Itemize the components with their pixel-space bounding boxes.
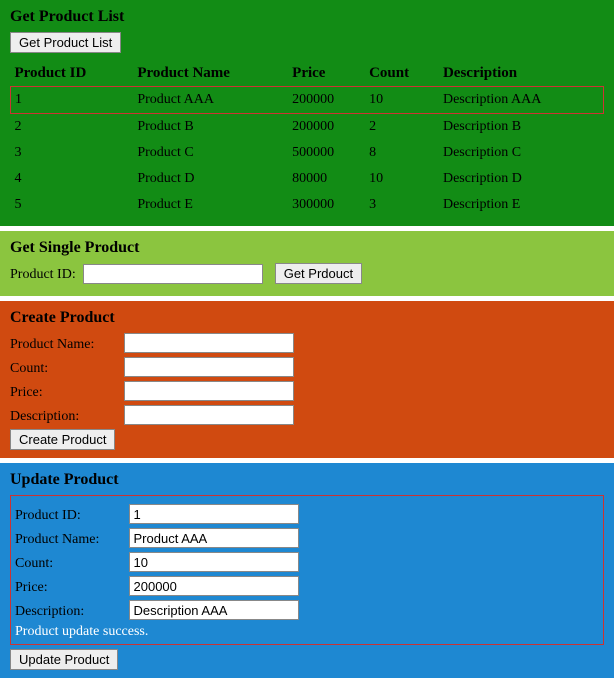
update-name-label: Product Name: bbox=[15, 532, 125, 548]
get-product-list-panel: Get Product List Get Product List Produc… bbox=[0, 0, 614, 226]
create-product-panel: Create Product Product Name: Count: Pric… bbox=[0, 301, 614, 458]
create-name-input[interactable] bbox=[124, 333, 294, 353]
cell-count: 2 bbox=[365, 114, 439, 141]
table-row[interactable]: 4Product D8000010Description D bbox=[11, 166, 604, 192]
update-price-label: Price: bbox=[15, 580, 125, 596]
get-single-product-panel: Get Single Product Product ID: Get Prdou… bbox=[0, 231, 614, 296]
cell-id: 1 bbox=[11, 87, 134, 114]
cell-id: 2 bbox=[11, 114, 134, 141]
cell-name: Product C bbox=[133, 140, 288, 166]
col-desc: Description bbox=[439, 61, 604, 87]
cell-count: 8 bbox=[365, 140, 439, 166]
update-count-input[interactable] bbox=[129, 552, 299, 572]
cell-count: 10 bbox=[365, 166, 439, 192]
cell-count: 3 bbox=[365, 192, 439, 218]
table-row[interactable]: 3Product C5000008Description C bbox=[11, 140, 604, 166]
table-row[interactable]: 5Product E3000003Description E bbox=[11, 192, 604, 218]
update-price-input[interactable] bbox=[129, 576, 299, 596]
cell-desc: Description AAA bbox=[439, 87, 604, 114]
col-name: Product Name bbox=[133, 61, 288, 87]
get-single-product-title: Get Single Product bbox=[10, 239, 604, 257]
cell-price: 80000 bbox=[288, 166, 365, 192]
get-product-list-title: Get Product List bbox=[10, 8, 604, 26]
create-price-label: Price: bbox=[10, 385, 120, 401]
single-product-id-label: Product ID: bbox=[10, 267, 76, 282]
update-id-input[interactable] bbox=[129, 504, 299, 524]
cell-desc: Description C bbox=[439, 140, 604, 166]
single-product-id-input[interactable] bbox=[83, 264, 263, 284]
update-desc-label: Description: bbox=[15, 604, 125, 620]
cell-price: 200000 bbox=[288, 87, 365, 114]
col-count: Count bbox=[365, 61, 439, 87]
cell-desc: Description E bbox=[439, 192, 604, 218]
get-product-list-button[interactable]: Get Product List bbox=[10, 32, 121, 53]
cell-count: 10 bbox=[365, 87, 439, 114]
update-product-box: Product ID: Product Name: Count: Price: … bbox=[10, 495, 604, 645]
update-desc-input[interactable] bbox=[129, 600, 299, 620]
product-table-header: Product ID Product Name Price Count Desc… bbox=[11, 61, 604, 87]
table-row[interactable]: 2Product B2000002Description B bbox=[11, 114, 604, 141]
update-status-message: Product update success. bbox=[15, 624, 599, 640]
create-price-input[interactable] bbox=[124, 381, 294, 401]
create-count-label: Count: bbox=[10, 361, 120, 377]
cell-id: 3 bbox=[11, 140, 134, 166]
col-price: Price bbox=[288, 61, 365, 87]
create-desc-input[interactable] bbox=[124, 405, 294, 425]
update-product-title: Update Product bbox=[10, 471, 604, 489]
cell-name: Product AAA bbox=[133, 87, 288, 114]
col-id: Product ID bbox=[11, 61, 134, 87]
update-product-panel: Update Product Product ID: Product Name:… bbox=[0, 463, 614, 678]
table-row[interactable]: 1Product AAA20000010Description AAA bbox=[11, 87, 604, 114]
product-table: Product ID Product Name Price Count Desc… bbox=[10, 61, 604, 218]
get-product-button[interactable]: Get Prdouct bbox=[275, 263, 362, 284]
cell-desc: Description B bbox=[439, 114, 604, 141]
create-desc-label: Description: bbox=[10, 409, 120, 425]
cell-price: 200000 bbox=[288, 114, 365, 141]
update-count-label: Count: bbox=[15, 556, 125, 572]
cell-name: Product E bbox=[133, 192, 288, 218]
cell-price: 300000 bbox=[288, 192, 365, 218]
cell-price: 500000 bbox=[288, 140, 365, 166]
cell-name: Product D bbox=[133, 166, 288, 192]
update-product-button[interactable]: Update Product bbox=[10, 649, 118, 670]
cell-name: Product B bbox=[133, 114, 288, 141]
cell-id: 4 bbox=[11, 166, 134, 192]
create-count-input[interactable] bbox=[124, 357, 294, 377]
create-product-button[interactable]: Create Product bbox=[10, 429, 115, 450]
update-id-label: Product ID: bbox=[15, 508, 125, 524]
create-name-label: Product Name: bbox=[10, 337, 120, 353]
create-product-title: Create Product bbox=[10, 309, 604, 327]
cell-desc: Description D bbox=[439, 166, 604, 192]
update-name-input[interactable] bbox=[129, 528, 299, 548]
cell-id: 5 bbox=[11, 192, 134, 218]
